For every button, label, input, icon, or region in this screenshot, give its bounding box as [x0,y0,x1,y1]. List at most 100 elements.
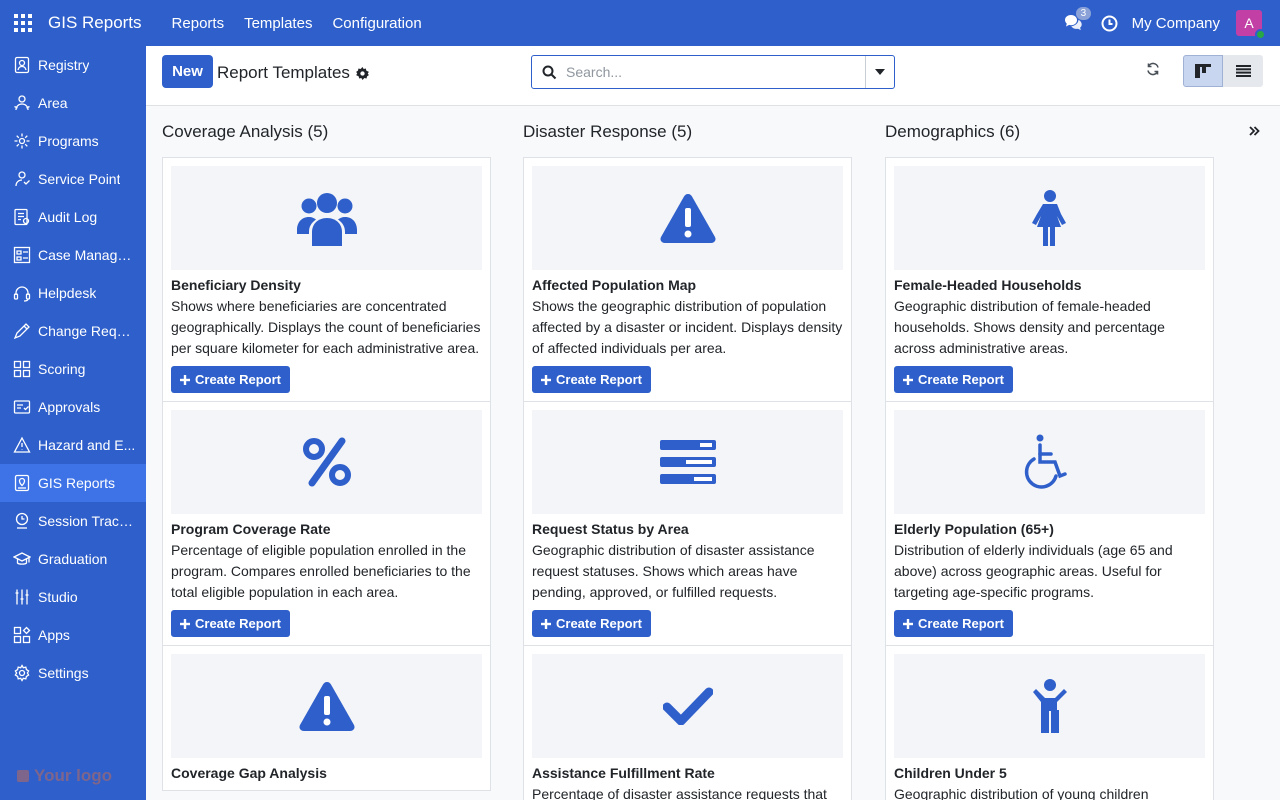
sidebar-item-change-request[interactable]: Change Requ... [0,312,146,350]
company-logo: Your logo [16,766,112,786]
app-name[interactable]: GIS Reports [48,13,142,33]
sidebar-item-label: Studio [38,589,78,605]
kanban-column-disaster-response: Disaster Response (5) Affected Populatio… [523,106,852,800]
button-label: Create Report [195,372,281,387]
gear-icon [14,664,30,682]
create-report-button[interactable]: Create Report [894,366,1013,393]
gear-icon[interactable] [356,66,369,80]
service-point-icon [15,171,30,187]
card-title: Assistance Fulfillment Rate [532,765,715,781]
card-thumbnail [894,410,1205,514]
card-description: Shows the geographic distribution of pop… [532,298,843,356]
list-view-button[interactable] [1223,55,1263,87]
create-report-button[interactable]: Create Report [171,366,290,393]
kanban-card[interactable]: Affected Population Map Shows the geogra… [523,157,852,402]
logo-text: Your logo [34,766,113,785]
sidebar-item-label: Apps [38,627,70,643]
card-title: Children Under 5 [894,765,1007,781]
online-status-dot [1255,29,1266,40]
plus-icon [180,618,190,629]
kanban-card[interactable]: Beneficiary Density Shows where benefici… [162,157,491,402]
kanban-card[interactable]: Elderly Population (65+) Distribution of… [885,401,1214,646]
topmenu-reports[interactable]: Reports [162,15,235,32]
card-thumbnail [894,654,1205,758]
sidebar-item-graduation[interactable]: Graduation [0,540,146,578]
sidebar-item-label: Case Manage... [38,247,136,263]
search-options-toggle[interactable] [865,56,894,88]
card-thumbnail [171,654,482,758]
sidebar-item-label: Hazard and E... [38,437,136,453]
sidebar-item-gis-reports[interactable]: GIS Reports [0,464,146,502]
search-input[interactable] [566,64,865,80]
check-icon [662,687,713,725]
card-description: Distribution of elderly individuals (age… [894,542,1173,600]
column-title[interactable]: Coverage Analysis (5) [162,106,491,158]
sidebar-item-apps[interactable]: Apps [0,616,146,654]
activity-button[interactable] [1092,15,1128,32]
plus-icon [903,374,913,385]
topmenu-configuration[interactable]: Configuration [322,15,431,32]
kanban-view-button[interactable] [1183,55,1223,87]
column-title[interactable]: Demographics (6) [885,106,1214,158]
kanban-card[interactable]: Program Coverage Rate Percentage of elig… [162,401,491,646]
change-request-icon [13,323,30,340]
sidebar: Registry Area Programs Service Point Aud… [0,46,146,800]
avatar-letter: A [1244,15,1254,31]
refresh-icon [1147,62,1159,76]
card-title: Affected Population Map [532,277,697,293]
headset-icon [13,286,31,302]
sidebar-item-helpdesk[interactable]: Helpdesk [0,274,146,312]
sidebar-item-approvals[interactable]: Approvals [0,388,146,426]
sidebar-item-hazard[interactable]: Hazard and E... [0,426,146,464]
card-thumbnail [171,410,482,514]
sidebar-item-label: Approvals [38,399,101,415]
column-title[interactable]: Disaster Response (5) [523,106,852,158]
card-thumbnail [532,166,843,270]
topmenu-templates[interactable]: Templates [234,15,322,32]
card-description: Geographic distribution of female-headed… [894,298,1165,356]
sidebar-item-registry[interactable]: Registry [0,46,146,84]
sidebar-item-audit-log[interactable]: Audit Log [0,198,146,236]
card-title: Beneficiary Density [171,277,301,293]
child-icon [1032,679,1067,733]
kanban-card[interactable]: Coverage Gap Analysis [162,645,491,791]
sidebar-item-label: Service Point [38,171,121,187]
sidebar-item-settings[interactable]: Settings [0,654,146,692]
sidebar-item-area[interactable]: Area [0,84,146,122]
create-report-button[interactable]: Create Report [532,610,651,637]
messages-button[interactable]: 3 [1056,7,1092,32]
kanban-card[interactable]: Request Status by Area Geographic distri… [523,401,852,646]
sidebar-item-scoring[interactable]: Scoring [0,350,146,388]
new-button[interactable]: New [162,55,213,88]
button-label: Create Report [195,616,281,631]
plus-icon [903,618,913,629]
sidebar-item-session-tracking[interactable]: Session Tracki... [0,502,146,540]
sidebar-item-studio[interactable]: Studio [0,578,146,616]
expand-columns-button[interactable] [1248,124,1260,140]
logo-icon [17,770,29,782]
company-switcher[interactable]: My Company [1132,15,1220,32]
create-report-button[interactable]: Create Report [171,610,290,637]
sidebar-item-service-point[interactable]: Service Point [0,160,146,198]
kanban-icon [1195,64,1211,78]
sidebar-item-case-management[interactable]: Case Manage... [0,236,146,274]
kanban-card[interactable]: Assistance Fulfillment Rate Percentage o… [523,645,852,800]
kanban-column-coverage-analysis: Coverage Analysis (5) Beneficiary Densit… [162,106,491,791]
card-title: Elderly Population (65+) [894,521,1054,537]
plus-icon [541,374,551,385]
app-menu-grid-icon[interactable] [0,0,46,46]
create-report-button[interactable]: Create Report [532,366,651,393]
breadcrumb: Report Templates [217,63,369,83]
approvals-icon [13,400,31,414]
caret-down-icon [875,69,885,75]
refresh-button[interactable] [1146,62,1160,79]
plus-icon [180,374,190,385]
users-icon [296,193,357,246]
kanban-card[interactable]: Female-Headed Households Geographic dist… [885,157,1214,402]
card-description: Geographic distribution of disaster assi… [532,542,815,600]
sidebar-item-programs[interactable]: Programs [0,122,146,160]
sidebar-item-label: GIS Reports [38,475,116,491]
user-avatar[interactable]: A [1236,10,1266,40]
kanban-card[interactable]: Children Under 5 Geographic distribution… [885,645,1214,800]
create-report-button[interactable]: Create Report [894,610,1013,637]
